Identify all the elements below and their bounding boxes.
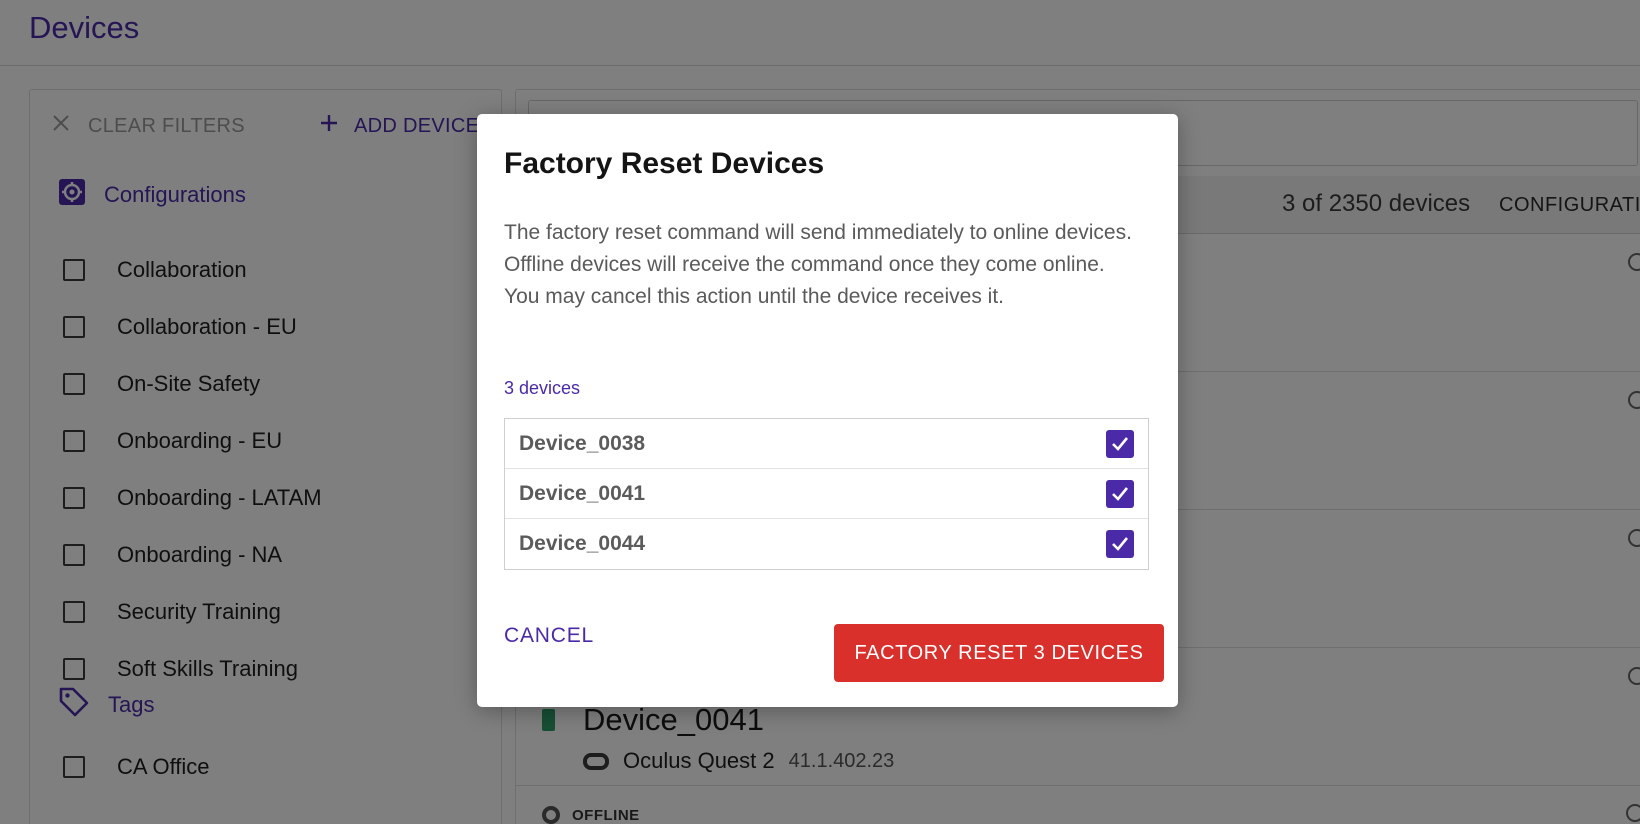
- check-icon: [1112, 537, 1129, 551]
- selected-device-count: 3 devices: [504, 378, 581, 398]
- selected-device-list: Device_0038 Device_0041 Device_0044: [504, 418, 1149, 570]
- check-icon: [1112, 436, 1129, 451]
- device-checkbox[interactable]: [1106, 530, 1134, 558]
- list-item[interactable]: Device_0038: [505, 419, 1148, 469]
- device-name: Device_0041: [519, 481, 646, 505]
- factory-reset-dialog: Factory Reset Devices The factory reset …: [477, 114, 1178, 707]
- check-icon: [1112, 486, 1129, 501]
- device-name: Device_0044: [519, 532, 646, 555]
- device-name: Device_0038: [519, 431, 646, 455]
- factory-reset-button[interactable]: FACTORY RESET 3 DEVICES: [834, 624, 1164, 682]
- cancel-button[interactable]: CANCEL: [504, 624, 594, 648]
- dialog-description: The factory reset command will send imme…: [504, 221, 1132, 308]
- list-item[interactable]: Device_0044: [505, 519, 1148, 569]
- list-item[interactable]: Device_0041: [505, 469, 1148, 519]
- device-checkbox[interactable]: [1106, 479, 1134, 508]
- dialog-title: Factory Reset Devices: [504, 147, 825, 180]
- device-checkbox[interactable]: [1106, 429, 1134, 458]
